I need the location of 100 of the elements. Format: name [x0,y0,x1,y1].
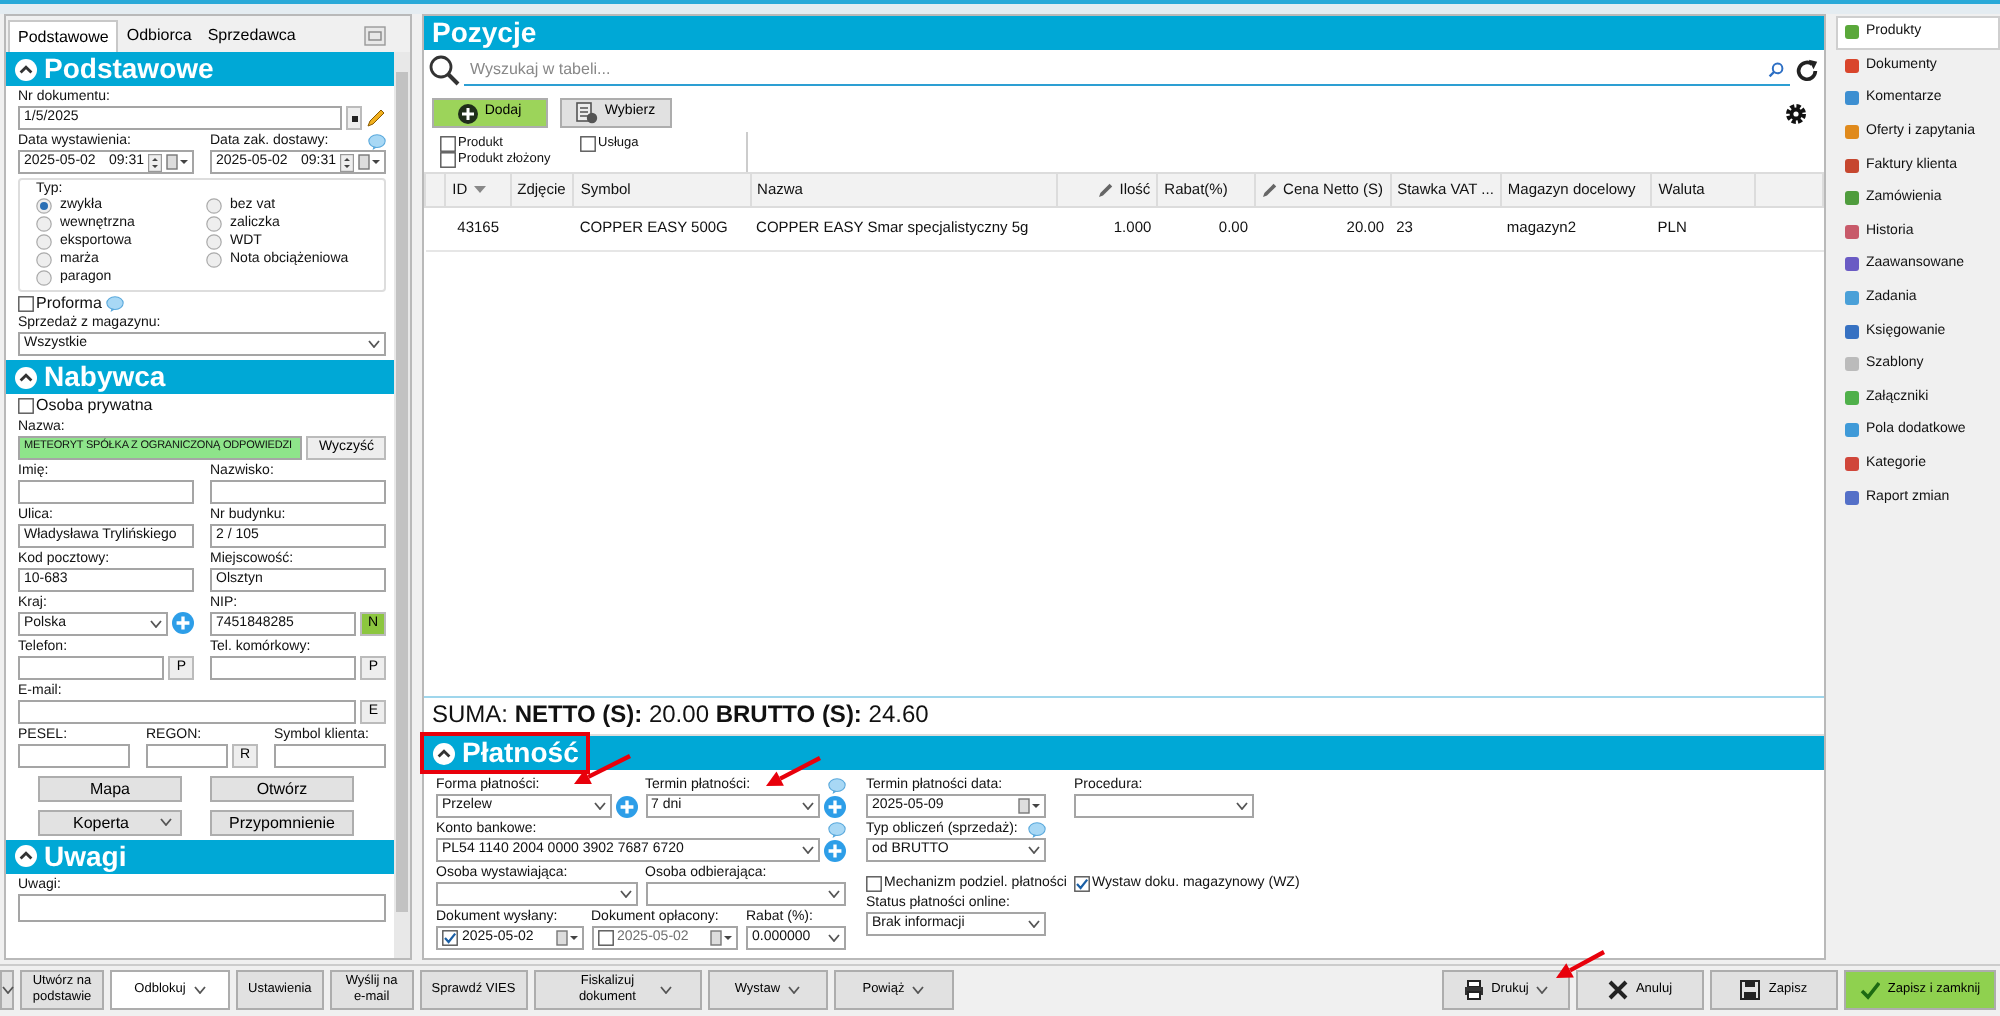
square-icon [1844,90,1860,107]
caret-icon [193,985,206,993]
section-title: Pozycje [432,18,537,48]
more-button[interactable] [346,106,362,130]
caret-icon [1236,802,1248,810]
checkbox-icon[interactable] [440,152,456,168]
button[interactable]: Mapa [38,775,182,802]
annotation-arrow [766,756,821,786]
radio-icon[interactable] [206,234,222,251]
button[interactable]: Otwórz [210,775,354,802]
square-icon [1844,157,1860,174]
radio-icon[interactable] [206,198,222,215]
square-icon [1844,323,1860,340]
calendar-icon[interactable] [1018,798,1040,814]
tab[interactable]: Sprzedawca [199,20,304,52]
square-icon [1844,456,1860,473]
tab[interactable]: Podstawowe [8,20,119,52]
calendar-icon[interactable] [166,154,188,170]
caret-icon [1028,846,1040,854]
checkbox-icon[interactable] [18,295,34,312]
calendar-icon[interactable] [555,930,577,946]
print-icon [1463,979,1484,999]
text-field[interactable] [18,479,194,504]
square-icon [1844,489,1860,506]
collapse-icon[interactable] [14,365,38,390]
caret-icon [802,802,814,810]
pencil-icon [1097,182,1114,198]
search-field[interactable]: Wyszukaj w tabeli... [464,55,1790,85]
radio-icon[interactable] [206,252,222,269]
caret-icon [368,340,380,349]
square-icon [1844,124,1860,141]
square-icon [1844,256,1860,273]
caret-icon [593,802,605,810]
refresh-icon[interactable] [1794,57,1820,83]
dropdown-button[interactable] [0,969,14,1009]
add-icon[interactable] [824,839,846,861]
spinner-icon[interactable] [148,153,162,171]
checkbox[interactable]: Osoba prywatna [18,396,153,416]
caret-icon [1536,985,1549,993]
square-icon [1844,422,1860,439]
text-field[interactable] [18,699,357,724]
search-icon [428,54,460,86]
caret-icon [828,890,840,898]
radio-icon[interactable] [36,252,52,269]
square-icon [1844,290,1860,307]
section-title: Podstawowe [44,54,214,84]
collapse-icon[interactable] [432,741,456,765]
list-icon [576,102,599,124]
pencil-icon[interactable] [366,108,386,128]
button[interactable]: Przypomnienie [210,809,354,836]
caret-icon [788,985,801,993]
text-field[interactable] [146,743,228,768]
add-icon[interactable] [172,612,194,635]
checkbox-icon[interactable] [866,876,882,893]
tab[interactable]: Odbiorca [118,20,200,52]
sort-icon [473,186,486,194]
caret-icon [1028,920,1040,929]
radio-icon[interactable] [36,198,52,215]
square-icon [1844,223,1860,240]
collapse-icon[interactable] [14,57,38,81]
settings-icon[interactable] [1784,101,1808,125]
checkbox-icon[interactable] [18,398,34,415]
caret-icon [828,934,840,942]
checkbox-icon[interactable] [1074,876,1090,893]
radio-icon[interactable] [36,270,52,287]
section-title: Nabywca [44,362,166,393]
caret-icon [150,619,162,628]
radio-icon[interactable] [36,216,52,233]
checkbox-icon[interactable] [440,136,456,152]
spinner-icon[interactable] [340,153,354,171]
search-icon[interactable] [1768,61,1784,77]
text-field[interactable] [274,743,386,768]
square-icon [1844,389,1860,406]
check-icon [1859,979,1880,999]
scrollbar[interactable] [394,52,410,958]
square-icon [1844,190,1860,207]
caret-icon [1,985,13,993]
plus-icon [458,103,479,123]
close-icon [1607,979,1628,999]
text-field[interactable] [18,743,130,768]
add-icon[interactable] [824,795,846,817]
collapse-icon[interactable] [14,844,38,869]
text-field[interactable] [18,655,165,680]
annotation-arrow [574,754,631,784]
add-icon[interactable] [615,795,637,817]
checkbox[interactable]: Proforma [18,294,102,313]
pencil-icon [1261,182,1278,198]
text-field[interactable] [210,479,386,504]
section-title: Uwagi [44,841,127,872]
checkbox-icon[interactable] [580,136,596,152]
radio-icon[interactable] [36,234,52,251]
radio-icon[interactable] [206,216,222,233]
square-icon [1844,24,1860,41]
button[interactable]: Koperta [38,809,182,836]
text-field[interactable] [210,655,357,680]
annotation-arrow [1556,950,1606,978]
caret-icon [659,985,672,993]
calendar-icon[interactable] [358,154,380,170]
checkbox-icon[interactable] [442,930,458,946]
caret-icon [912,985,925,993]
